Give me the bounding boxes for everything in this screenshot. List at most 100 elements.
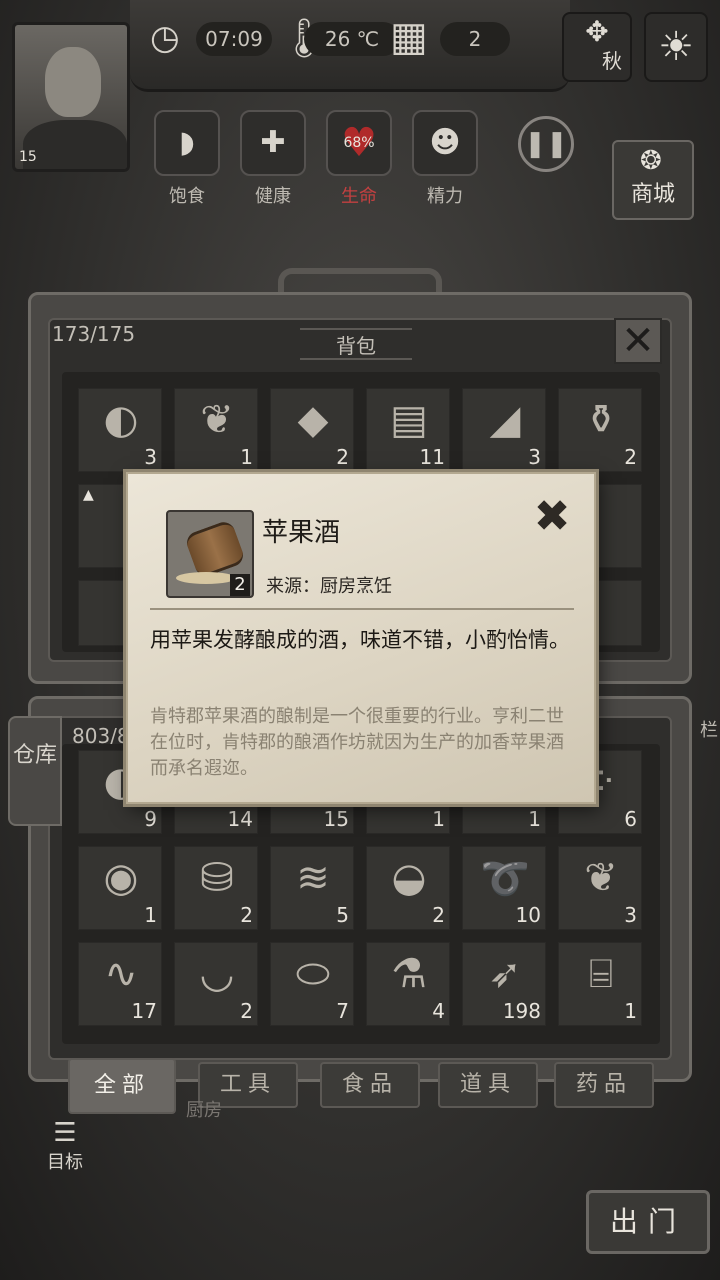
- satiety-button[interactable]: ◗: [154, 110, 220, 176]
- warehouse-slot-arrows[interactable]: ➶ 198: [462, 942, 546, 1026]
- slot-quantity: 4: [432, 999, 445, 1023]
- bowl-icon: ◡: [199, 951, 235, 997]
- slot-quantity: 3: [528, 445, 541, 469]
- exit-button[interactable]: 出门: [586, 1190, 710, 1254]
- pause-icon: ❚❚: [524, 129, 568, 159]
- close-popup-button[interactable]: ✖: [528, 494, 576, 542]
- filter-tab-medicine[interactable]: 药品: [554, 1062, 654, 1108]
- barrel-icon: ⛁: [200, 855, 234, 901]
- day-counter: 2: [440, 22, 510, 56]
- backpack-title: 背包: [300, 328, 412, 360]
- slot-quantity: 2: [336, 445, 349, 469]
- warehouse-slot-pills[interactable]: ⬭ 7: [270, 942, 354, 1026]
- season-label: 秋: [602, 49, 622, 73]
- life-percent: 68%: [343, 135, 375, 151]
- herb-branch-icon: ❦: [584, 855, 618, 901]
- life-label: 生命: [341, 186, 377, 207]
- health-button[interactable]: ✚: [240, 110, 306, 176]
- slot-quantity: 15: [323, 807, 349, 831]
- bandage-icon: ∿: [104, 951, 138, 997]
- pause-button[interactable]: ❚❚: [518, 116, 574, 172]
- season-button[interactable]: ✥ 秋: [562, 12, 632, 82]
- warehouse-slot-bandage[interactable]: ∿ 17: [78, 942, 162, 1026]
- slot-quantity: 1: [528, 807, 541, 831]
- backpack-capacity: 173/175: [52, 322, 136, 346]
- wood-planks-icon: ▤: [390, 397, 428, 443]
- backpack-slot-bottle[interactable]: ⚱ 2: [558, 388, 642, 472]
- popup-divider: [150, 608, 574, 610]
- rope-icon: ➰: [480, 856, 530, 902]
- player-level: 15: [19, 149, 37, 165]
- clock-icon: ◷: [150, 18, 180, 58]
- sun-icon: ☀: [658, 24, 694, 70]
- player-avatar[interactable]: 15: [12, 22, 130, 172]
- satiety-label: 饱食: [169, 186, 205, 207]
- slot-quantity: 11: [419, 445, 445, 469]
- item-name: 苹果酒: [262, 518, 341, 548]
- fence-location-label: 栏: [700, 720, 718, 741]
- warehouse-slot-apple-cider[interactable]: ⛁ 2: [174, 846, 258, 930]
- bread-icon: ◐: [103, 397, 139, 443]
- backpack-slot-stone[interactable]: ◆ 2: [270, 388, 354, 472]
- herb-branch-icon: ❦: [200, 397, 234, 443]
- filter-tab-food[interactable]: 食品: [320, 1062, 420, 1108]
- energy-person-icon: ☻: [429, 125, 461, 160]
- filter-tab-items[interactable]: 道具: [438, 1062, 538, 1108]
- shop-label: 商城: [630, 182, 675, 207]
- slot-quantity: 9: [144, 807, 157, 831]
- soup-bowl-icon: ◉: [103, 855, 139, 901]
- warehouse-slot-rope[interactable]: ➰ 10: [462, 846, 546, 930]
- thread-spool-icon: ⌸: [589, 951, 613, 997]
- backpack-slot-wood-planks[interactable]: ▤ 11: [366, 388, 450, 472]
- stone-shard-icon: ◢: [489, 397, 521, 443]
- goal-label: 目标: [47, 1152, 83, 1173]
- item-source: 来源：厨房烹饪: [266, 576, 392, 597]
- backpack-slot-bread[interactable]: ◐ 3: [78, 388, 162, 472]
- bottle-icon: ⚱: [584, 397, 618, 443]
- item-lore: 肯特郡苹果酒的酿制是一个很重要的行业。亨利二世在位时，肯特郡的酿酒作坊就因为生产…: [150, 706, 564, 779]
- calendar-icon: ▦: [390, 14, 428, 60]
- shop-button[interactable]: ❂ 商城: [612, 140, 694, 220]
- kitchen-location-label: 厨房: [186, 1100, 222, 1121]
- warehouse-tab[interactable]: 仓库: [8, 716, 62, 826]
- warehouse-slot-jar[interactable]: ⚗ 4: [366, 942, 450, 1026]
- backpack-slot-herb-branch[interactable]: ❦ 1: [174, 388, 258, 472]
- goal-button[interactable]: ☰ 目标: [34, 1118, 96, 1178]
- jar-icon: ⚗: [391, 951, 427, 997]
- warehouse-slot-herb-branch[interactable]: ❦ 3: [558, 846, 642, 930]
- stone-icon: ◆: [297, 397, 329, 443]
- shell-icon: ❂: [640, 146, 662, 176]
- cider-spill: [176, 572, 236, 584]
- upgrade-arrow-icon: ▲: [83, 487, 94, 503]
- pills-icon: ⬭: [295, 951, 331, 997]
- slot-quantity: 1: [144, 903, 157, 927]
- warehouse-tab-label: 仓库: [12, 743, 57, 768]
- avatar-head: [45, 47, 101, 117]
- cider-barrel-icon: [183, 518, 247, 580]
- temperature-display: 26 ℃: [304, 22, 400, 56]
- item-thumbnail: 2: [166, 510, 254, 598]
- warehouse-slot-soup-bowl[interactable]: ◉ 1: [78, 846, 162, 930]
- slot-quantity: 2: [432, 903, 445, 927]
- slot-quantity: 14: [227, 807, 253, 831]
- slot-quantity: 7: [336, 999, 349, 1023]
- warehouse-slot-cloth[interactable]: ≋ 5: [270, 846, 354, 930]
- warehouse-slot-grain-bowl[interactable]: ◒ 2: [366, 846, 450, 930]
- slot-quantity: 5: [336, 903, 349, 927]
- slot-quantity: 1: [432, 807, 445, 831]
- slot-quantity: 1: [240, 445, 253, 469]
- checklist-icon: ☰: [53, 1118, 77, 1148]
- stomach-icon: ◗: [179, 125, 195, 160]
- life-button[interactable]: ♥ 68%: [326, 110, 392, 176]
- arrows-icon: ➶: [488, 951, 522, 997]
- time-display: 07:09: [196, 22, 272, 56]
- energy-button[interactable]: ☻: [412, 110, 478, 176]
- backpack-slot-stone-shard[interactable]: ◢ 3: [462, 388, 546, 472]
- filter-tab-all[interactable]: 全部: [68, 1058, 176, 1114]
- slot-quantity: 2: [624, 445, 637, 469]
- warehouse-slot-bowl[interactable]: ◡ 2: [174, 942, 258, 1026]
- health-label: 健康: [255, 186, 291, 207]
- warehouse-slot-thread-spool[interactable]: ⌸ 1: [558, 942, 642, 1026]
- weather-button[interactable]: ☀: [644, 12, 708, 82]
- close-backpack-button[interactable]: ✕: [614, 318, 662, 364]
